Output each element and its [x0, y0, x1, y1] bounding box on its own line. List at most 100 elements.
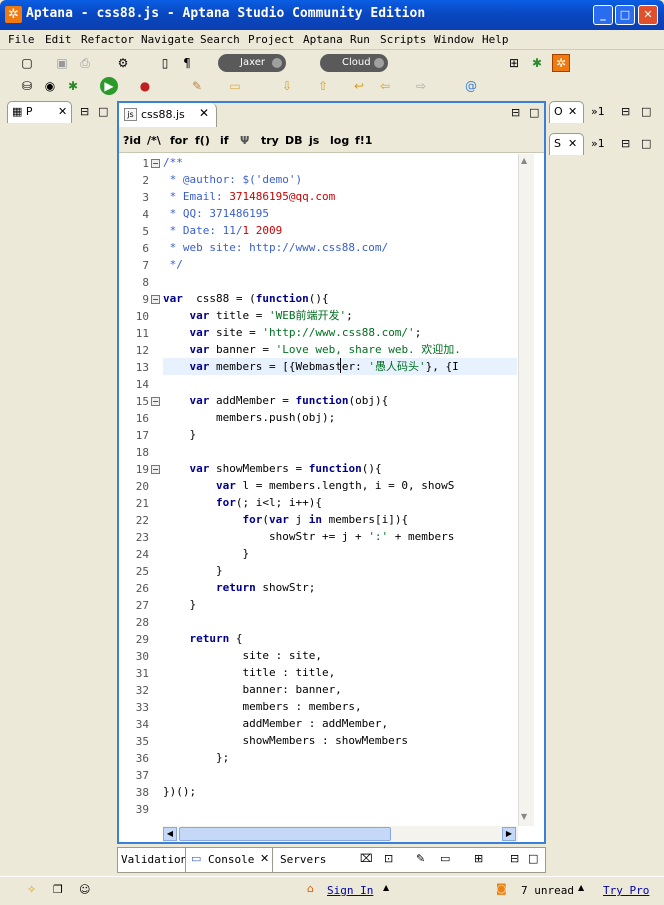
menu-project[interactable]: Project — [248, 33, 294, 46]
fold-toggle-icon[interactable]: − — [151, 465, 160, 474]
code-line[interactable] — [163, 273, 517, 290]
menu-edit[interactable]: Edit — [45, 33, 72, 46]
sign-in-link[interactable]: Sign In — [327, 884, 373, 897]
code-line[interactable] — [163, 613, 517, 630]
close-console-icon[interactable]: ✕ — [260, 852, 269, 865]
code-line[interactable]: } — [163, 562, 517, 579]
fast-view-icon[interactable]: ✧ — [27, 883, 36, 896]
overflow-tabs-2[interactable]: »1 — [591, 137, 605, 150]
home-icon[interactable]: ⌂ — [307, 882, 314, 895]
code-line[interactable]: showStr += j + ':' + members — [163, 528, 517, 545]
scroll-down-icon[interactable]: ▼ — [521, 812, 527, 821]
fold-toggle-icon[interactable]: − — [151, 159, 160, 168]
cloud-toggle[interactable]: Cloud — [320, 54, 388, 72]
menu-scripts[interactable]: Scripts — [380, 33, 426, 46]
code-line[interactable]: site : site, — [163, 647, 517, 664]
external-tools-icon[interactable]: ● — [136, 77, 154, 95]
db-snippet-button[interactable]: DB — [285, 134, 303, 147]
scroll-up-icon[interactable]: ▲ — [521, 156, 527, 165]
scroll-right-icon[interactable]: ▶ — [502, 827, 516, 841]
code-line[interactable]: var banner = 'Love web, share web. 欢迎加. — [163, 341, 517, 358]
code-line[interactable]: var site = 'http://www.css88.com/'; — [163, 324, 517, 341]
tab-snippets[interactable]: S ✕ — [549, 133, 584, 155]
folder-icon[interactable]: ▭ — [226, 77, 244, 95]
display-console-icon[interactable]: ▭ — [440, 852, 450, 865]
close-editor-icon[interactable]: ✕ — [199, 106, 209, 120]
fx-snippet-button[interactable]: f!1 — [355, 134, 372, 147]
code-line[interactable]: var l = members.length, i = 0, showS — [163, 477, 517, 494]
code-line[interactable]: var addMember = function(obj){ — [163, 392, 517, 409]
code-line[interactable]: members : members, — [163, 698, 517, 715]
aptana-perspective-icon[interactable]: ✲ — [552, 54, 570, 72]
new-console-icon[interactable]: ⊞ — [474, 852, 483, 865]
log-snippet-button[interactable]: log — [330, 134, 349, 147]
web-icon[interactable]: ◉ — [41, 77, 59, 95]
code-line[interactable]: * QQ: 371486195 — [163, 205, 517, 222]
print-icon[interactable]: ⎙ — [76, 54, 94, 72]
code-line[interactable] — [163, 443, 517, 460]
scroll-left-icon[interactable]: ◀ — [163, 827, 177, 841]
debug-perspective-icon[interactable]: ✱ — [528, 54, 546, 72]
code-line[interactable]: showMembers : showMembers — [163, 732, 517, 749]
menu-file[interactable]: File — [8, 33, 35, 46]
tab-css88-js[interactable]: js css88.js ✕ — [119, 103, 217, 127]
sign-in-menu-icon[interactable]: ▲ — [383, 883, 389, 892]
maximize-view-icon[interactable]: □ — [98, 105, 108, 118]
code-line[interactable]: var css88 = (function(){ — [163, 290, 517, 307]
id-snippet-button[interactable]: ?id — [123, 134, 141, 147]
jaxer-toggle[interactable]: Jaxer — [218, 54, 286, 72]
tab-validation[interactable]: Validation — [121, 853, 187, 866]
document-icon[interactable]: ▯ — [156, 54, 174, 72]
prev-annotation-icon[interactable]: ⇧ — [314, 77, 332, 95]
if-snippet-button[interactable]: if — [220, 134, 229, 147]
code-line[interactable]: */ — [163, 256, 517, 273]
code-line[interactable] — [163, 766, 517, 783]
code-line[interactable]: var title = 'WEB前端开发'; — [163, 307, 517, 324]
minimize-button[interactable]: _ — [593, 5, 613, 25]
debug-icon[interactable]: ✱ — [64, 77, 82, 95]
minimize-view-icon[interactable]: ⊟ — [621, 105, 630, 118]
open-perspective-icon[interactable]: ⚙ — [114, 54, 132, 72]
maximize-panel-icon[interactable]: □ — [528, 852, 538, 865]
try-snippet-button[interactable]: try — [261, 134, 279, 147]
server-icon[interactable]: ⛁ — [18, 77, 36, 95]
code-line[interactable]: return showStr; — [163, 579, 517, 596]
code-line[interactable] — [163, 800, 517, 814]
code-line[interactable]: title : title, — [163, 664, 517, 681]
horizontal-scrollbar[interactable]: ◀ ▶ — [163, 826, 518, 842]
maximize-view-icon[interactable]: □ — [641, 105, 651, 118]
minimize-view-icon-2[interactable]: ⊟ — [621, 137, 630, 150]
user-icon[interactable]: ☺ — [79, 883, 90, 896]
tab-outline[interactable]: O ✕ — [549, 101, 584, 123]
fork-icon[interactable]: Ψ — [240, 134, 249, 147]
back-icon[interactable]: ⇦ — [376, 77, 394, 95]
menu-search[interactable]: Search — [200, 33, 240, 46]
js-snippet-button[interactable]: js — [309, 134, 319, 147]
code-line[interactable]: } — [163, 596, 517, 613]
code-line[interactable]: }; — [163, 749, 517, 766]
maximize-editor-icon[interactable]: □ — [529, 106, 539, 119]
unread-menu-icon[interactable]: ▲ — [578, 883, 584, 892]
code-line[interactable]: members.push(obj); — [163, 409, 517, 426]
code-line[interactable]: var showMembers = function(){ — [163, 460, 517, 477]
tab-servers[interactable]: Servers — [280, 853, 326, 866]
new-icon[interactable]: ▢ — [18, 54, 36, 72]
code-line[interactable] — [163, 375, 517, 392]
code-line[interactable]: addMember : addMember, — [163, 715, 517, 732]
menu-help[interactable]: Help — [482, 33, 509, 46]
code-line[interactable]: })(); — [163, 783, 517, 800]
menu-navigate[interactable]: Navigate — [141, 33, 194, 46]
comment-snippet-button[interactable]: /*\ — [147, 134, 161, 147]
close-button[interactable]: ✕ — [638, 5, 658, 25]
tab-project[interactable]: ▦ P ✕ — [7, 101, 72, 123]
tab-console[interactable]: ▭ Console ✕ — [185, 848, 273, 872]
function-snippet-button[interactable]: f() — [195, 134, 210, 147]
pilcrow-icon[interactable]: ¶ — [178, 54, 196, 72]
horizontal-scroll-thumb[interactable] — [179, 827, 391, 841]
unread-count[interactable]: 7 unread — [521, 884, 574, 897]
last-edit-icon[interactable]: ↩ — [350, 77, 368, 95]
fold-toggle-icon[interactable]: − — [151, 397, 160, 406]
email-icon[interactable]: @ — [462, 77, 480, 95]
code-line[interactable]: } — [163, 545, 517, 562]
menu-aptana[interactable]: Aptana — [303, 33, 343, 46]
